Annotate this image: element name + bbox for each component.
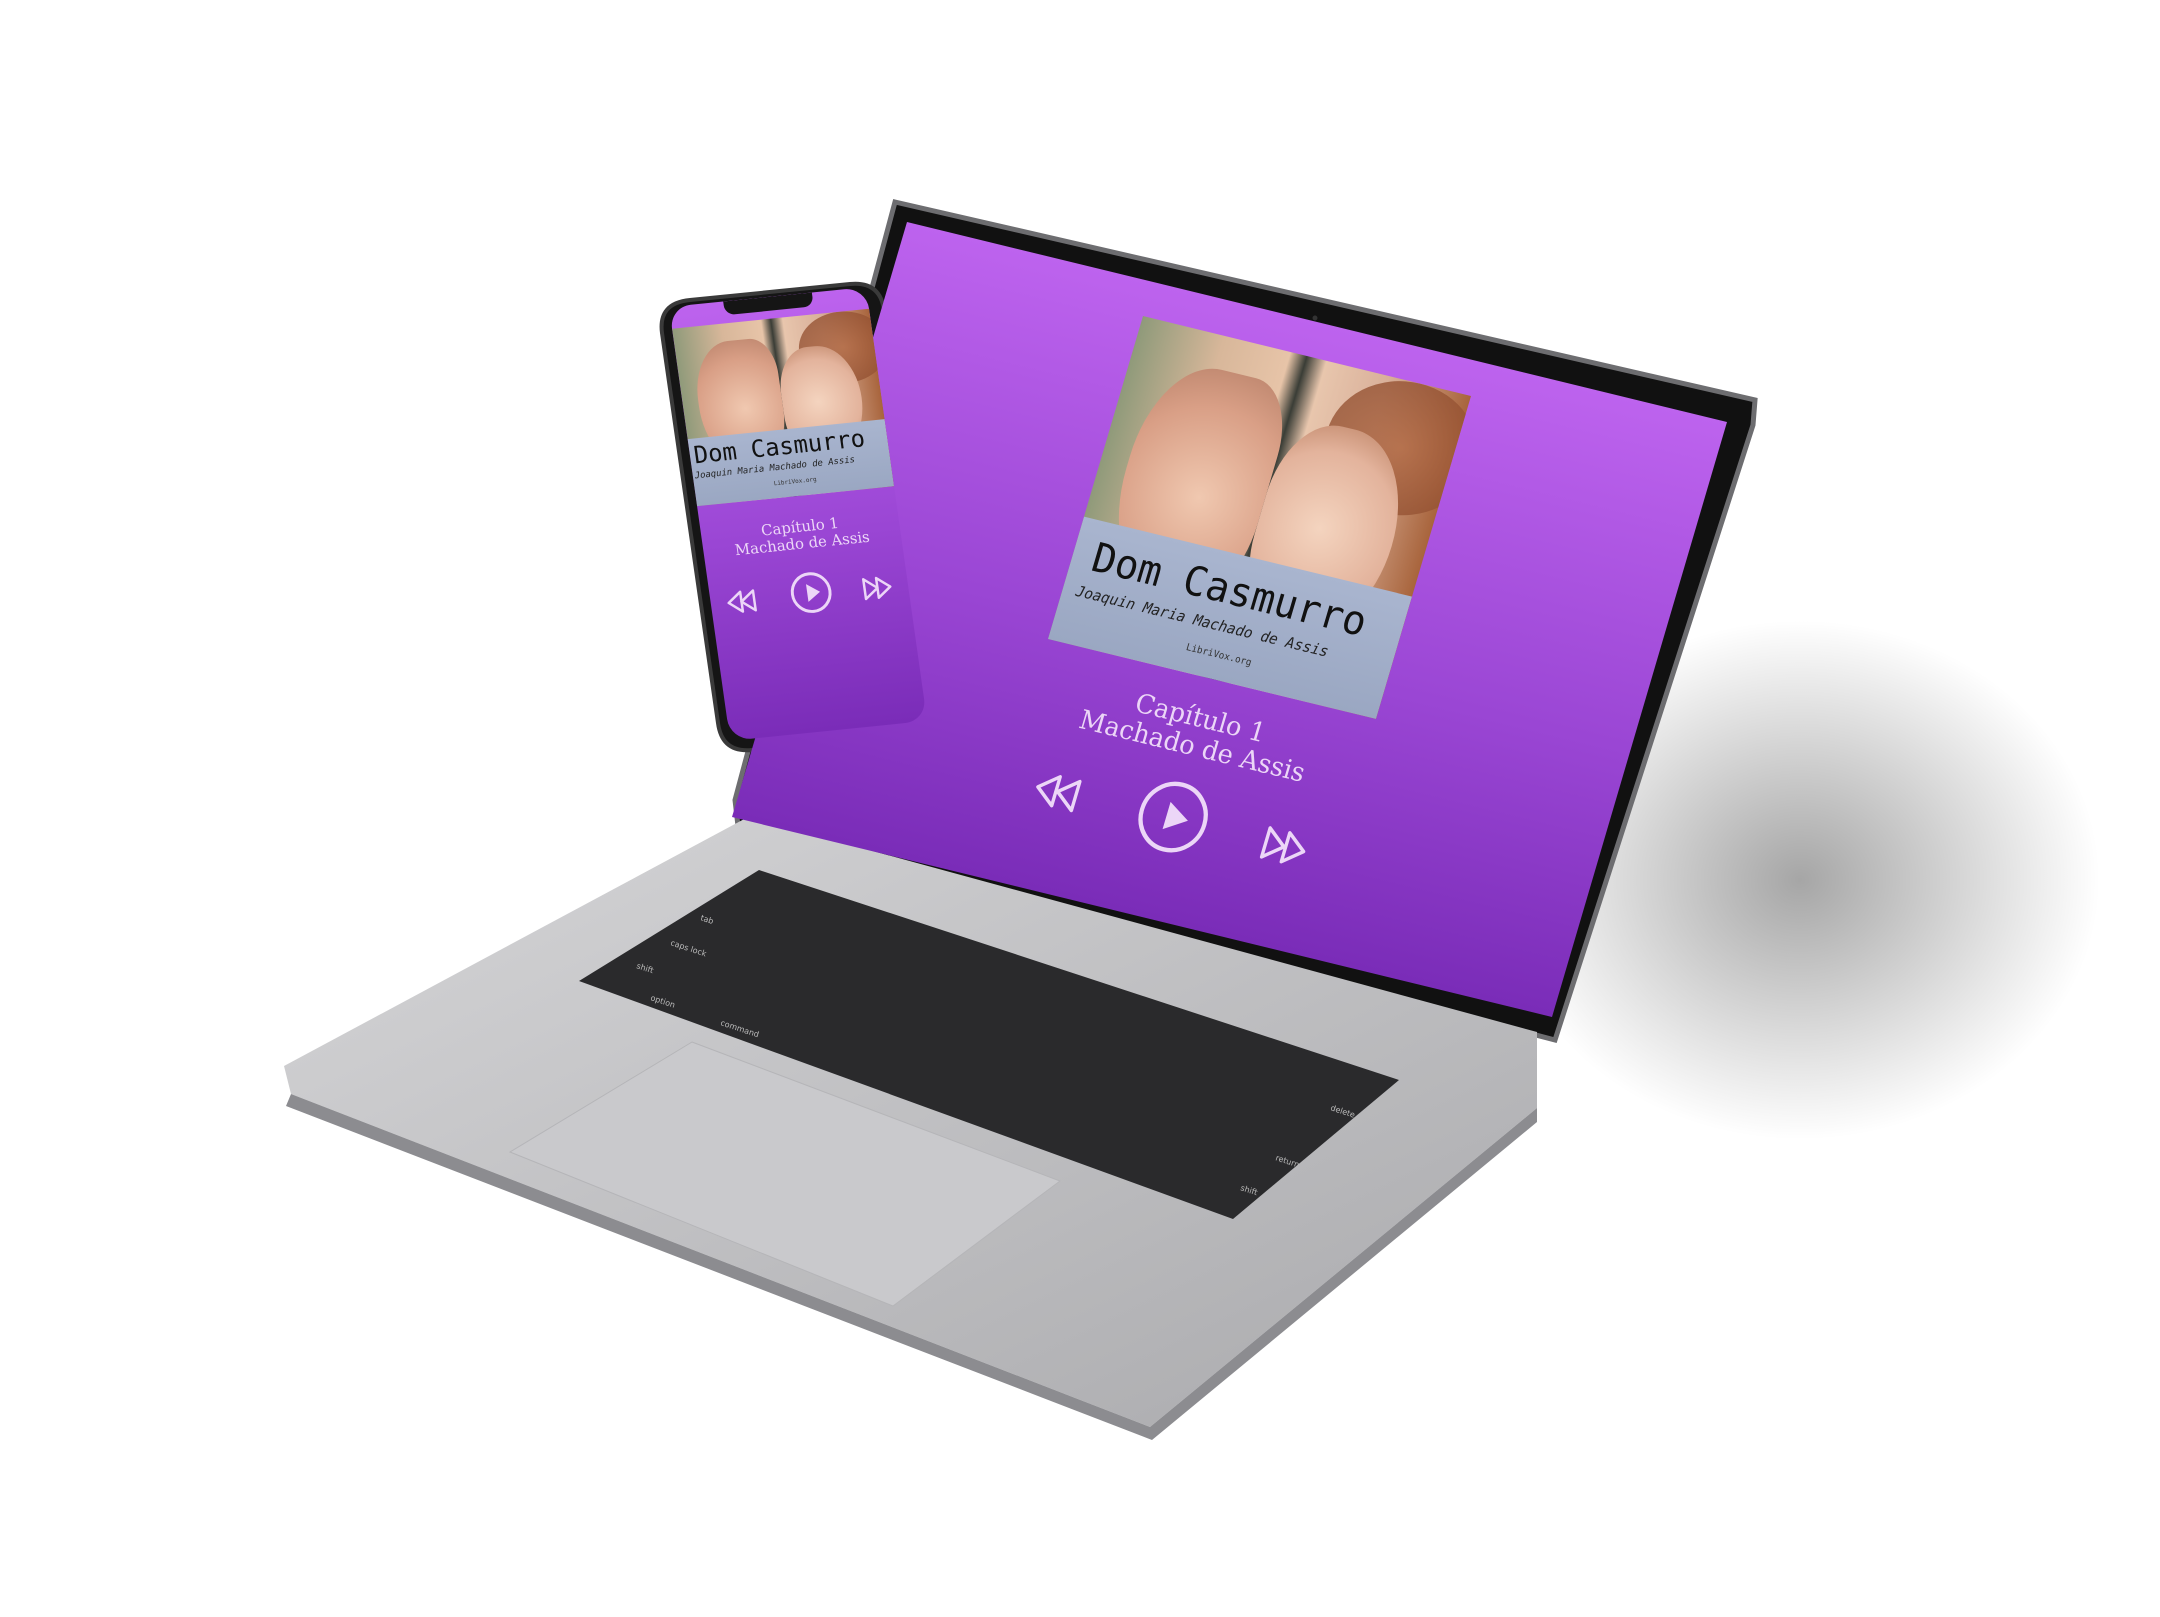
rewind-icon [1036,775,1082,813]
album-cover: Dom Casmurro Joaquin Maria Machado de As… [1048,316,1471,719]
play-button[interactable] [1128,773,1218,861]
rewind-button[interactable] [723,586,760,617]
play-circle-icon [790,572,832,613]
fast-forward-button[interactable] [859,572,896,603]
fast-forward-icon [1259,826,1306,864]
camera-icon [1312,315,1318,321]
rewind-button[interactable] [1025,764,1087,819]
play-button[interactable] [786,569,835,617]
rewind-icon [727,589,757,613]
play-circle-icon [1138,781,1208,853]
fast-forward-icon [862,576,892,601]
album-cover: Dom Casmurro Joaquin Maria Machado de As… [672,308,895,507]
track-info: Capítulo 1 Machado de Assis [700,509,902,562]
fast-forward-button[interactable] [1255,820,1317,875]
